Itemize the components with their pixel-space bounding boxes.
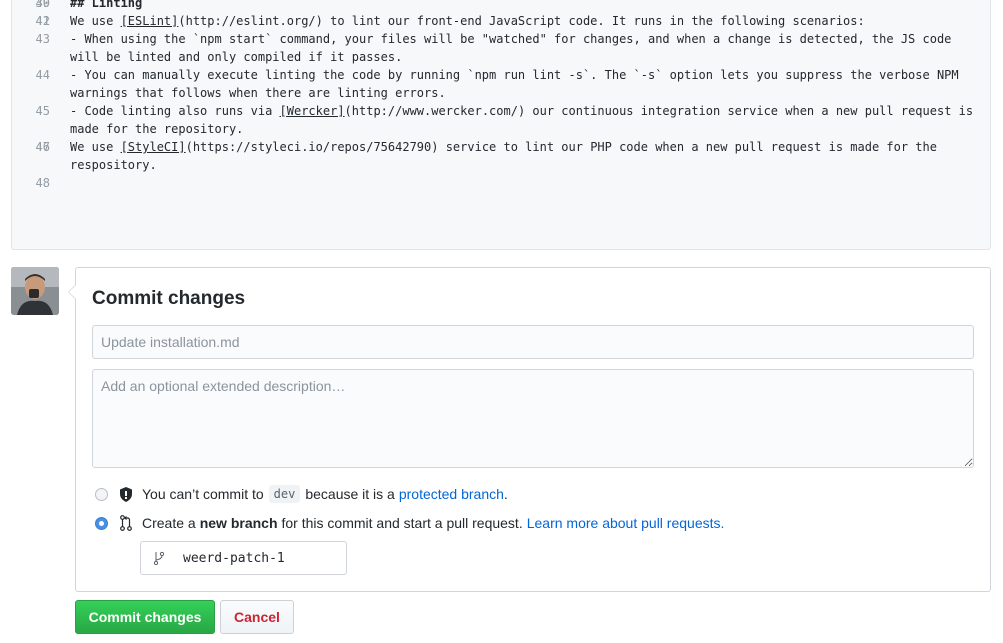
code-line: 47 We use [StyleCI](https://styleci.io/r… [12, 138, 990, 174]
new-branch-bold-text: new branch [199, 515, 278, 531]
new-branch-option-text-after: for this commit and start a pull request… [281, 515, 523, 531]
commit-direct-radio[interactable] [95, 487, 108, 501]
text-segment: (http://eslint.org/) to lint our front-e… [178, 14, 865, 28]
cancel-button[interactable]: Cancel [220, 600, 294, 634]
line-number: 43 [35, 32, 50, 46]
line-number: 40 [35, 0, 50, 10]
code-line: 42 We use [ESLint](http://eslint.org/) t… [12, 12, 990, 30]
text-segment: - Code linting also runs via [70, 104, 280, 118]
line-text: - Code linting also runs via [Wercker](h… [70, 102, 982, 138]
code-lines: 39 40 ## Linting 41 42 We use [ESLint](h… [12, 0, 990, 190]
line-number: 42 [35, 14, 50, 28]
commit-direct-option[interactable]: You can’t commit to dev because it is a … [95, 484, 508, 504]
link-text: [StyleCI] [120, 140, 186, 154]
line-text: ## Linting [70, 0, 982, 12]
line-number: 47 [35, 140, 50, 154]
commit-new-branch-radio[interactable] [95, 516, 108, 530]
line-number: 45 [35, 104, 50, 118]
code-line: 44 - You can manually execute linting th… [12, 66, 990, 102]
line-text: - You can manually execute linting the c… [70, 68, 966, 100]
shield-icon [118, 486, 134, 502]
line-number: 44 [35, 68, 50, 82]
code-line: 45 - Code linting also runs via [Wercker… [12, 102, 990, 138]
new-branch-name-input[interactable] [183, 550, 352, 566]
commit-new-branch-option[interactable]: Create a new branch for this commit and … [95, 513, 724, 533]
line-text: We use [StyleCI](https://styleci.io/repo… [70, 138, 982, 174]
learn-pull-requests-link[interactable]: Learn more about pull requests. [527, 515, 725, 531]
commit-description-input[interactable] [92, 369, 974, 468]
heading-text: ## Linting [70, 0, 143, 10]
text-segment: (https://styleci.io/repos/75642790) serv… [70, 140, 945, 172]
git-pull-request-icon [118, 515, 134, 531]
direct-option-period: . [503, 486, 508, 502]
new-branch-option-text: Create a [142, 515, 196, 531]
avatar[interactable] [11, 267, 59, 315]
commit-form: Commit changes You can’t commit to dev b… [68, 267, 991, 592]
code-line: 43 - When using the `npm start` command,… [12, 30, 990, 66]
branch-name-badge: dev [268, 485, 301, 503]
line-text: - When using the `npm start` command, yo… [70, 32, 959, 64]
direct-option-text: You can’t commit to [142, 486, 264, 502]
avatar-image [11, 267, 59, 315]
link-text: [ESLint] [120, 14, 179, 28]
new-branch-field[interactable] [140, 541, 352, 575]
protected-branch-link[interactable]: protected branch [399, 486, 504, 502]
file-editor[interactable]: 39 40 ## Linting 41 42 We use [ESLint](h… [11, 0, 991, 250]
text-segment: We use [70, 14, 121, 28]
code-line: 40 ## Linting [12, 0, 990, 12]
line-text: We use [ESLint](http://eslint.org/) to l… [70, 12, 982, 30]
direct-option-text-after: because it is a [305, 486, 395, 502]
text-segment: We use [70, 140, 121, 154]
commit-summary-input[interactable] [92, 325, 974, 359]
commit-changes-button[interactable]: Commit changes [75, 600, 215, 634]
link-text: [Wercker] [279, 104, 345, 118]
line-number: 48 [35, 176, 50, 190]
commit-form-title: Commit changes [92, 288, 246, 309]
git-branch-icon [151, 550, 167, 566]
